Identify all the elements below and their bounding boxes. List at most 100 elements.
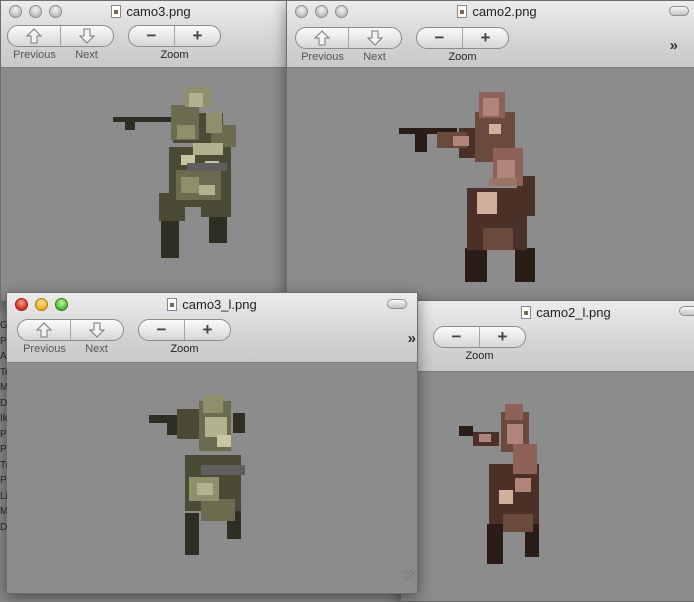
window-camo3-l[interactable]: camo3_l.png Previous Next − + Zoom » — [6, 292, 418, 594]
zoom-label: Zoom — [448, 51, 477, 63]
background-window-edge: Gi Pr Ac Te Mo Dr Ik Pr Pa Tr Pic Lit Mu… — [0, 318, 7, 535]
zoom-in-button[interactable]: + — [479, 327, 525, 347]
background-text-fragment: Dr — [0, 397, 7, 409]
window-title-text: camo2.png — [472, 4, 537, 19]
down-arrow-icon — [78, 28, 96, 44]
plus-icon: + — [497, 327, 508, 346]
window-title: camo2.png — [287, 4, 694, 19]
image-canvas — [287, 68, 694, 301]
png-document-icon — [167, 298, 178, 311]
toolbar: Previous Next − + Zoom — [17, 319, 231, 355]
previous-button[interactable] — [18, 320, 70, 340]
background-text-fragment: Pic — [0, 475, 7, 486]
next-label: Next — [363, 51, 386, 63]
zoom-out-button[interactable]: − — [417, 28, 462, 48]
zoom-out-button[interactable]: − — [129, 26, 174, 46]
toolbar-toggle-button[interactable] — [669, 6, 689, 16]
nav-group: Previous Next — [295, 27, 402, 63]
window-titlebar[interactable]: camo2.png Previous Next − + Zoom » — [287, 1, 694, 68]
toolbar-overflow-icon[interactable]: » — [408, 330, 417, 347]
down-arrow-icon — [88, 322, 106, 338]
window-title: camo3_l.png — [7, 297, 417, 312]
soldier-sprite-green-small — [149, 395, 245, 555]
next-button[interactable] — [348, 28, 401, 48]
nav-group: Previous Next — [17, 319, 124, 355]
minus-icon: − — [434, 28, 445, 47]
window-camo2-l[interactable]: camo2_l.png − + Zoom — [400, 300, 694, 602]
previous-label: Previous — [13, 49, 56, 61]
previous-button[interactable] — [8, 26, 60, 46]
down-arrow-icon — [366, 30, 384, 46]
resize-grip[interactable] — [404, 570, 415, 581]
zoom-label: Zoom — [170, 343, 199, 355]
soldier-sprite-red — [399, 92, 535, 282]
background-text-fragment: De — [0, 521, 7, 533]
png-document-icon — [457, 5, 468, 18]
background-text-fragment: Lit — [0, 490, 7, 502]
png-document-icon — [111, 5, 122, 18]
window-title-text: camo3.png — [126, 4, 191, 19]
soldier-sprite-red-small — [459, 404, 539, 564]
window-title: camo3.png — [1, 4, 301, 19]
previous-button[interactable] — [296, 28, 348, 48]
window-titlebar[interactable]: camo3_l.png Previous Next − + Zoom » — [7, 293, 417, 363]
toolbar: Previous Next − + Zoom — [7, 25, 221, 61]
minus-icon: − — [156, 320, 167, 339]
nav-group: Previous Next — [7, 25, 114, 61]
window-camo3[interactable]: camo3.png Previous Next − + Zoom — [0, 0, 302, 302]
plus-icon: + — [192, 26, 203, 45]
zoom-group: − + Zoom — [138, 319, 231, 355]
background-text-fragment: Ik — [0, 413, 7, 424]
nav-segmented-control — [295, 27, 402, 49]
zoom-group: − + Zoom — [433, 326, 526, 362]
minus-icon: − — [451, 327, 462, 346]
zoom-segmented-control: − + — [416, 27, 509, 49]
window-titlebar[interactable]: camo3.png Previous Next − + Zoom — [1, 1, 301, 68]
toolbar-overflow-icon[interactable]: » — [670, 37, 679, 54]
window-camo2[interactable]: camo2.png Previous Next − + Zoom » — [286, 0, 694, 302]
background-text-fragment: Pr — [0, 428, 7, 440]
up-arrow-icon — [35, 322, 53, 338]
background-text-fragment: Te — [0, 366, 7, 378]
background-text-fragment: Mu — [0, 506, 7, 517]
zoom-segmented-control: − + — [138, 319, 231, 341]
zoom-label: Zoom — [160, 49, 189, 61]
zoom-in-button[interactable]: + — [462, 28, 508, 48]
zoom-in-button[interactable]: + — [174, 26, 220, 46]
image-canvas — [401, 372, 694, 601]
png-document-icon — [521, 306, 532, 319]
window-title: camo2_l.png — [401, 305, 694, 320]
zoom-segmented-control: − + — [128, 25, 221, 47]
zoom-label: Zoom — [465, 350, 494, 362]
zoom-out-button[interactable]: − — [139, 320, 184, 340]
window-titlebar[interactable]: camo2_l.png − + Zoom — [401, 301, 694, 372]
plus-icon: + — [202, 320, 213, 339]
image-canvas — [7, 363, 417, 593]
background-text-fragment: Pa — [0, 444, 7, 455]
background-text-fragment: Mo — [0, 382, 7, 393]
background-text-fragment: Pr — [0, 335, 7, 347]
toolbar-toggle-button[interactable] — [679, 306, 694, 316]
next-button[interactable] — [60, 26, 113, 46]
zoom-out-button[interactable]: − — [434, 327, 479, 347]
toolbar-toggle-button[interactable] — [387, 299, 407, 309]
next-button[interactable] — [70, 320, 123, 340]
background-text-fragment: Gi — [0, 320, 7, 331]
nav-segmented-control — [17, 319, 124, 341]
next-label: Next — [75, 49, 98, 61]
nav-segmented-control — [7, 25, 114, 47]
previous-label: Previous — [301, 51, 344, 63]
plus-icon: + — [480, 28, 491, 47]
background-text-fragment: Tr — [0, 459, 7, 471]
background-text-fragment: Ac — [0, 351, 7, 362]
next-label: Next — [85, 343, 108, 355]
toolbar: − + Zoom — [433, 326, 526, 362]
image-canvas — [1, 68, 301, 301]
window-title-text: camo2_l.png — [536, 305, 611, 320]
zoom-group: − + Zoom — [416, 27, 509, 63]
soldier-sprite-green — [113, 87, 236, 258]
zoom-in-button[interactable]: + — [184, 320, 230, 340]
window-title-text: camo3_l.png — [182, 297, 257, 312]
up-arrow-icon — [313, 30, 331, 46]
minus-icon: − — [146, 26, 157, 45]
